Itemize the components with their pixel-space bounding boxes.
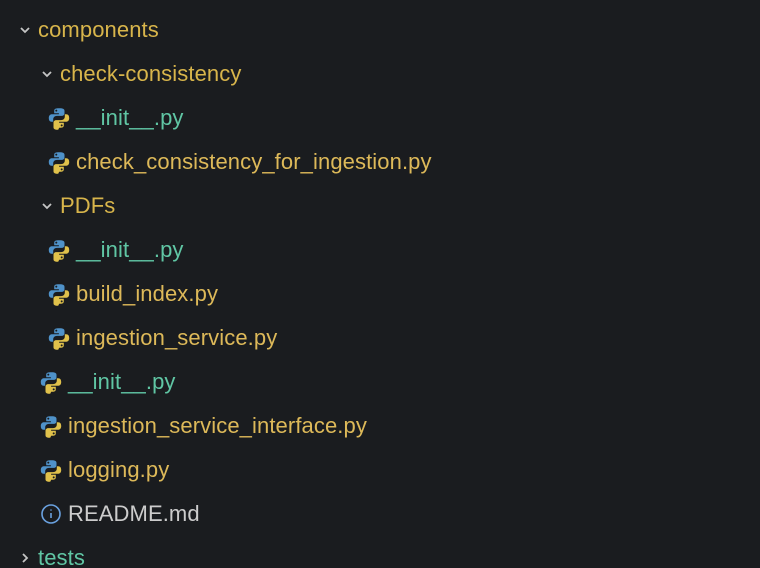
folder-label: PDFs [60,193,115,219]
folder-label: tests [38,545,85,568]
folder-label: check-consistency [60,61,241,87]
chevron-down-icon [34,198,60,214]
python-icon [42,150,76,174]
python-icon [42,326,76,350]
file-label: logging.py [68,457,169,483]
python-icon [34,370,68,394]
file-label: ingestion_service.py [76,325,277,351]
file-logging[interactable]: logging.py [8,448,760,492]
file-ingestion-service[interactable]: ingestion_service.py [8,316,760,360]
python-icon [34,458,68,482]
python-icon [42,282,76,306]
file-readme[interactable]: README.md [8,492,760,536]
python-icon [42,106,76,130]
file-explorer-tree: components check-consistency __init__.py… [0,0,760,568]
python-icon [42,238,76,262]
chevron-down-icon [12,22,38,38]
chevron-right-icon [12,550,38,566]
info-icon [34,503,68,525]
file-label: check_consistency_for_ingestion.py [76,149,432,175]
file-label: __init__.py [76,237,184,263]
chevron-down-icon [34,66,60,82]
file-label: __init__.py [68,369,176,395]
folder-tests[interactable]: tests [8,536,760,568]
file-check-consistency-for-ingestion[interactable]: check_consistency_for_ingestion.py [8,140,760,184]
python-icon [34,414,68,438]
file-init-py[interactable]: __init__.py [8,96,760,140]
file-label: build_index.py [76,281,218,307]
folder-components[interactable]: components [8,8,760,52]
file-label: README.md [68,501,200,527]
file-init-py[interactable]: __init__.py [8,228,760,272]
folder-label: components [38,17,159,43]
file-ingestion-service-interface[interactable]: ingestion_service_interface.py [8,404,760,448]
folder-check-consistency[interactable]: check-consistency [8,52,760,96]
file-build-index[interactable]: build_index.py [8,272,760,316]
folder-pdfs[interactable]: PDFs [8,184,760,228]
file-label: ingestion_service_interface.py [68,413,367,439]
file-label: __init__.py [76,105,184,131]
file-init-py[interactable]: __init__.py [8,360,760,404]
